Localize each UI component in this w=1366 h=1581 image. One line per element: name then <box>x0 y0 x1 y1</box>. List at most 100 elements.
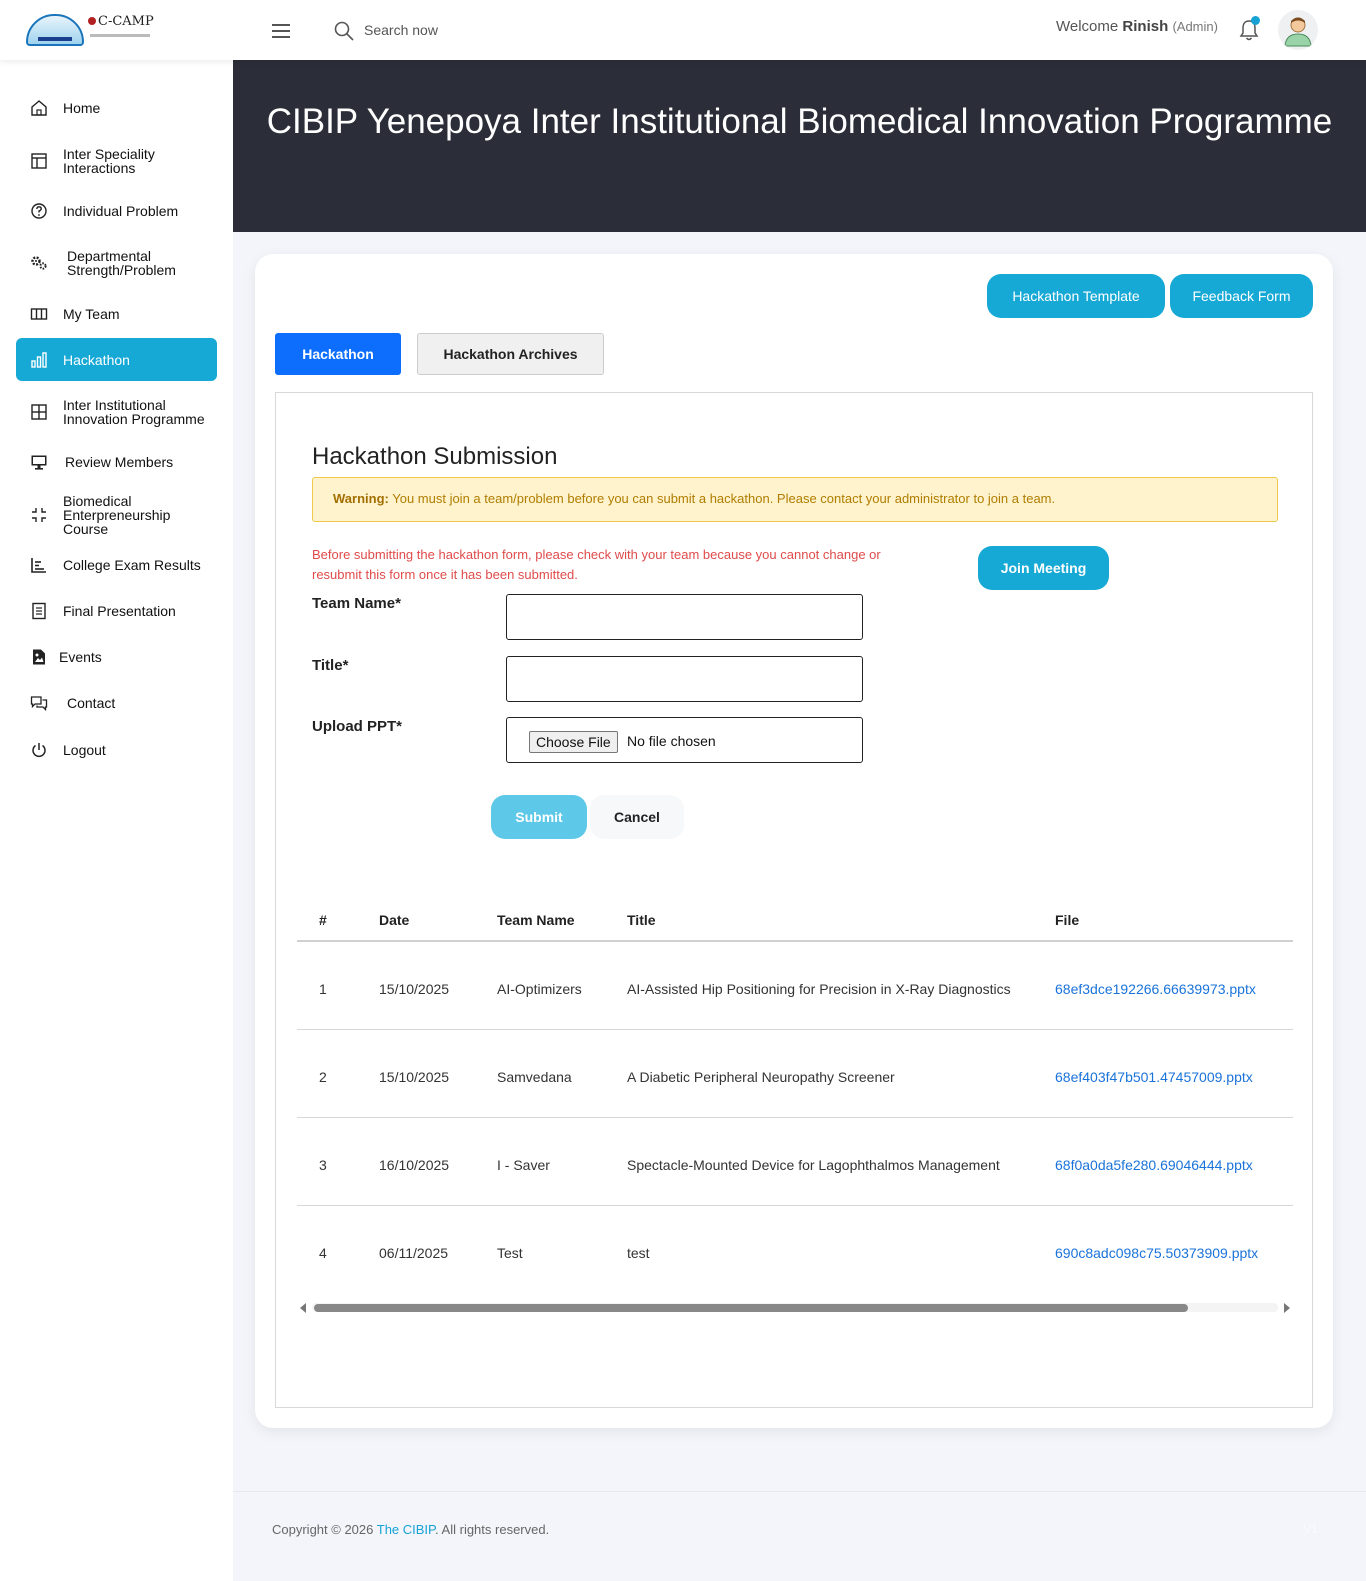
column-header: Date <box>379 912 410 928</box>
row-title: A Diabetic Peripheral Neuropathy Screene… <box>627 1069 895 1085</box>
avatar[interactable] <box>1278 10 1318 50</box>
top-bar: C-CAMP Welcome Rinish (Admin) <box>0 0 1366 60</box>
row-file-link[interactable]: 68f0a0da5fe280.69046444.pptx <box>1055 1157 1253 1173</box>
logo-text: C-CAMP <box>98 14 154 29</box>
row-number: 1 <box>319 981 327 997</box>
sidebar-item-home[interactable]: Home <box>16 90 217 126</box>
row-date: 15/10/2025 <box>379 1069 450 1085</box>
table-row: 4 06/11/2025 Test test 690c8adc098c75.50… <box>297 1206 1293 1294</box>
logo-tagline <box>90 34 150 37</box>
sidebar-item-final-presentation[interactable]: Final Presentation <box>16 593 217 629</box>
table-horizontal-scrollbar[interactable] <box>300 1299 1290 1315</box>
column-header: Title <box>627 912 656 928</box>
copyright-suffix: . All rights reserved. <box>435 1522 550 1537</box>
sidebar-item-review-members[interactable]: Review Members <box>16 444 217 480</box>
sidebar-item-label: Events <box>59 649 102 665</box>
sidebar-item-inter-speciality[interactable]: Inter Speciality Interactions <box>16 140 217 182</box>
sidebar-item-exam-results[interactable]: College Exam Results <box>16 547 217 583</box>
row-team-name: AI-Optimizers <box>497 981 582 997</box>
sidebar-item-inter-institutional[interactable]: Inter Institutional Innovation Programme <box>16 391 217 433</box>
row-team-name: Samvedana <box>497 1069 572 1085</box>
scroll-right-arrow-icon[interactable] <box>1284 1303 1290 1313</box>
sidebar-item-departmental[interactable]: Departmental Strength/Problem <box>16 242 217 284</box>
row-title: Spectacle-Mounted Device for Lagophthalm… <box>627 1157 1000 1173</box>
hackathon-template-button[interactable]: Hackathon Template <box>987 274 1165 318</box>
team-name-input[interactable] <box>506 594 863 640</box>
footer: Copyright © 2026 The CIBIP. All rights r… <box>233 1491 1366 1581</box>
row-number: 4 <box>319 1245 327 1261</box>
row-title: AI-Assisted Hip Positioning for Precisio… <box>627 981 1011 997</box>
sidebar-item-label: Home <box>63 100 101 116</box>
upload-ppt-label: Upload PPT* <box>312 718 403 735</box>
row-file-link[interactable]: 690c8adc098c75.50373909.pptx <box>1055 1245 1258 1261</box>
columns-icon <box>30 308 48 320</box>
row-file-link[interactable]: 68ef403f47b501.47457009.pptx <box>1055 1069 1253 1085</box>
logo[interactable]: C-CAMP <box>26 12 154 48</box>
search-input[interactable] <box>364 18 564 42</box>
sidebar-item-logout[interactable]: Logout <box>16 732 217 768</box>
sidebar-item-contact[interactable]: Contact <box>16 685 217 721</box>
title-label: Title* <box>312 657 349 674</box>
monitor-icon <box>31 455 47 470</box>
sidebar-item-label: Inter Speciality Interactions <box>63 146 155 176</box>
home-icon <box>31 100 47 116</box>
question-circle-icon <box>31 203 47 219</box>
row-file-link[interactable]: 68ef3dce192266.66639973.pptx <box>1055 981 1256 997</box>
row-number: 2 <box>319 1069 327 1085</box>
chart-list-icon <box>31 558 46 573</box>
join-meeting-button[interactable]: Join Meeting <box>978 546 1109 590</box>
institution-seal-icon <box>26 14 84 46</box>
welcome-prefix: Welcome <box>1056 18 1119 35</box>
scroll-left-arrow-icon[interactable] <box>300 1303 306 1313</box>
choose-file-button[interactable]: Choose File <box>529 731 618 753</box>
power-icon <box>32 743 46 758</box>
main-card: Hackathon Template Feedback Form Hackath… <box>255 254 1333 1428</box>
copyright-prefix: Copyright © 2026 <box>272 1522 374 1537</box>
column-header: # <box>319 912 327 928</box>
image-file-icon <box>33 649 45 665</box>
team-name-label: Team Name* <box>312 595 401 612</box>
search-icon[interactable] <box>334 21 354 41</box>
layout-icon <box>31 153 47 169</box>
sidebar-item-label: My Team <box>63 306 120 322</box>
row-team-name: I - Saver <box>497 1157 550 1173</box>
row-title: test <box>627 1245 650 1261</box>
sidebar-item-label: Final Presentation <box>63 603 176 619</box>
file-status: No file chosen <box>627 733 716 749</box>
table-row: 2 15/10/2025 Samvedana A Diabetic Periph… <box>297 1030 1293 1118</box>
hackathon-panel: Hackathon Submission Warning: You must j… <box>275 392 1313 1408</box>
brand-link[interactable]: The CIBIP <box>377 1522 435 1537</box>
sidebar-item-my-team[interactable]: My Team <box>16 296 217 332</box>
form-heading: Hackathon Submission <box>312 443 558 470</box>
submit-button[interactable]: Submit <box>491 795 587 839</box>
notification-dot <box>1251 16 1260 25</box>
warning-text: You must join a team/problem before you … <box>392 491 1056 506</box>
bar-chart-icon <box>31 351 47 368</box>
title-input[interactable] <box>506 656 863 702</box>
welcome-message: Welcome Rinish (Admin) <box>1056 18 1218 35</box>
feedback-form-button[interactable]: Feedback Form <box>1170 274 1313 318</box>
sidebar-item-biomedical-course[interactable]: Biomedical Enterpreneurship Course <box>16 494 217 536</box>
scrollbar-thumb[interactable] <box>314 1304 1188 1312</box>
submission-note: Before submitting the hackathon form, pl… <box>312 547 881 582</box>
table-header-row: # Date Team Name Title File <box>297 888 1293 942</box>
sidebar-item-label: Individual Problem <box>63 203 179 219</box>
sidebar-item-label: Logout <box>63 742 106 758</box>
hero-banner: CIBIP Yenepoya Inter Institutional Biome… <box>233 60 1366 232</box>
warning-alert: Warning: You must join a team/problem be… <box>312 477 1278 522</box>
tab-hackathon-archives[interactable]: Hackathon Archives <box>417 333 604 375</box>
tab-hackathon[interactable]: Hackathon <box>275 333 401 375</box>
table-row: 3 16/10/2025 I - Saver Spectacle-Mounted… <box>297 1118 1293 1206</box>
menu-toggle-icon[interactable] <box>272 24 290 38</box>
sidebar-item-events[interactable]: Events <box>16 639 217 675</box>
sidebar-item-label: Contact <box>67 695 116 711</box>
sidebar-item-individual-problem[interactable]: Individual Problem <box>16 193 217 229</box>
notification-bell-icon[interactable] <box>1238 16 1260 42</box>
document-icon <box>32 602 46 620</box>
sidebar-item-hackathon[interactable]: Hackathon <box>16 338 217 381</box>
upload-ppt-field[interactable]: Choose File No file chosen <box>506 717 863 763</box>
submissions-table: # Date Team Name Title File 1 15/10/2025… <box>297 888 1293 1294</box>
sidebar: Home Inter Speciality Interactions Indiv… <box>0 60 233 1581</box>
row-number: 3 <box>319 1157 327 1173</box>
cancel-button[interactable]: Cancel <box>590 795 684 839</box>
